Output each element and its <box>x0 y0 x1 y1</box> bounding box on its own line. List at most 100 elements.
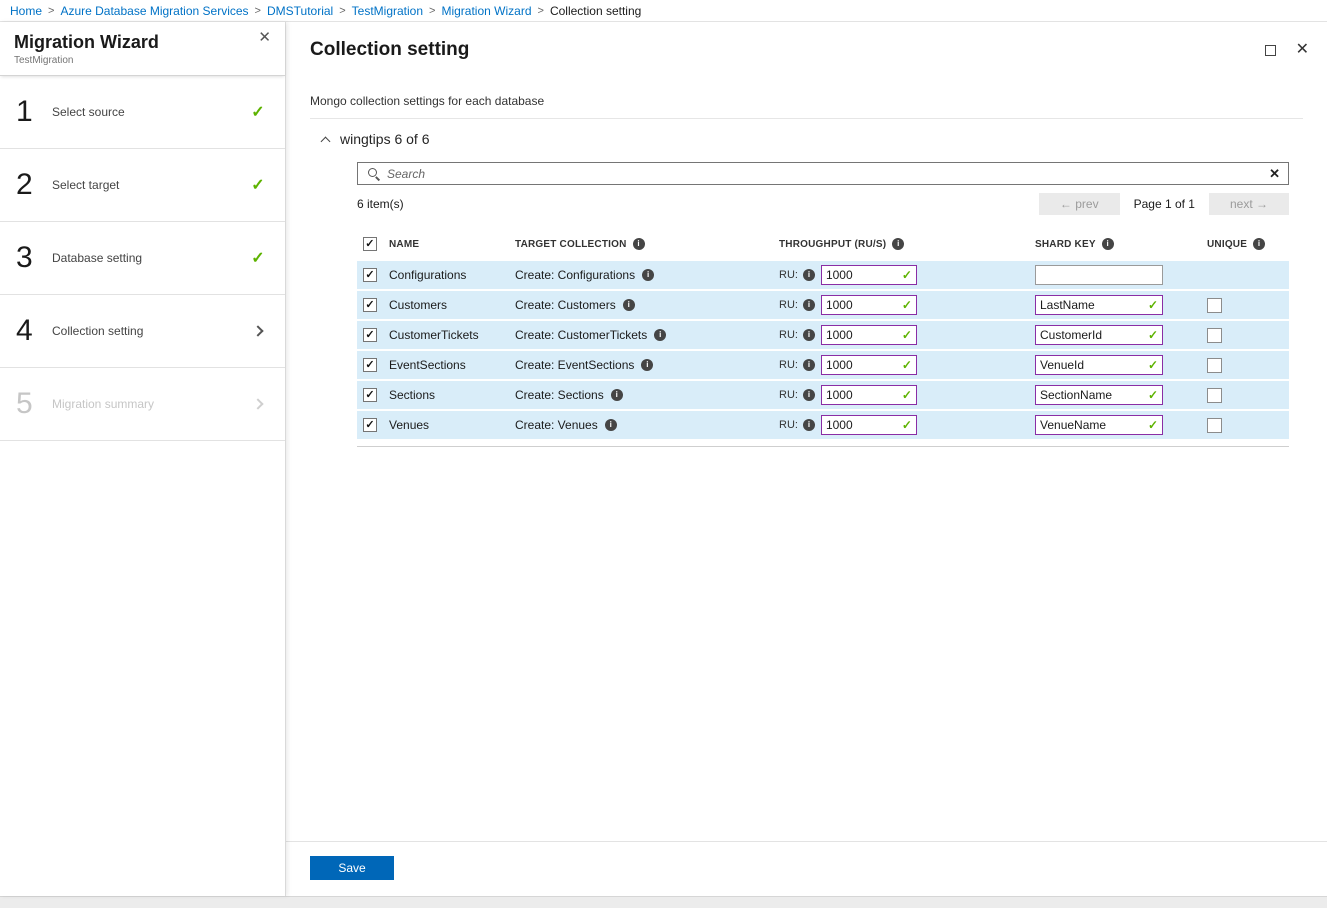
check-icon: ✓ <box>249 248 267 268</box>
step-label: Migration summary <box>52 397 249 411</box>
prev-page-button[interactable]: ← prev <box>1039 193 1120 215</box>
throughput-input[interactable] <box>822 298 902 312</box>
throughput-input[interactable] <box>822 328 902 342</box>
chevron-right-icon <box>249 400 267 408</box>
search-icon <box>367 167 381 181</box>
shard-key-input[interactable] <box>1036 268 1148 282</box>
unique-checkbox[interactable] <box>1207 358 1222 373</box>
collection-setting-panel: Collection setting ✕ Mongo collection se… <box>286 22 1327 896</box>
info-icon[interactable]: i <box>623 299 635 311</box>
shard-valid-check-icon: ✓ <box>1148 389 1162 401</box>
info-icon[interactable]: i <box>642 269 654 281</box>
ru-label: RU: <box>779 359 798 371</box>
throughput-field: ✓ <box>821 295 917 315</box>
shard-valid-check-icon: ✓ <box>1148 359 1162 371</box>
unique-checkbox[interactable] <box>1207 418 1222 433</box>
info-icon[interactable]: i <box>654 329 666 341</box>
close-icon[interactable]: ✕ <box>258 30 271 45</box>
step-label: Database setting <box>52 251 249 265</box>
database-group-toggle[interactable]: wingtips 6 of 6 <box>322 131 430 147</box>
shard-key-input[interactable] <box>1036 328 1148 342</box>
info-icon[interactable]: i <box>605 419 617 431</box>
unique-checkbox[interactable] <box>1207 388 1222 403</box>
target-collection-label: Create: Venues <box>515 418 598 432</box>
throughput-field: ✓ <box>821 385 917 405</box>
info-icon[interactable]: i <box>641 359 653 371</box>
maximize-icon[interactable] <box>1265 45 1276 56</box>
shard-valid-check-icon: ✓ <box>1148 419 1162 431</box>
clear-search-icon[interactable]: ✕ <box>1269 167 1280 180</box>
select-all-checkbox[interactable]: ✓ <box>363 237 377 251</box>
shard-key-field: ✓ <box>1035 295 1163 315</box>
close-icon[interactable]: ✕ <box>1296 42 1309 58</box>
row-checkbox[interactable]: ✓ <box>363 328 377 342</box>
step-number: 2 <box>16 168 48 202</box>
shard-key-input[interactable] <box>1036 358 1148 372</box>
next-page-button[interactable]: next → <box>1209 193 1289 215</box>
wizard-step[interactable]: 3 Database setting ✓ <box>0 222 285 295</box>
wizard-step[interactable]: 1 Select source ✓ <box>0 76 285 149</box>
throughput-input[interactable] <box>822 358 902 372</box>
shard-key-input[interactable] <box>1036 388 1148 402</box>
shard-key-input[interactable] <box>1036 298 1148 312</box>
search-bar: ✕ <box>357 162 1289 185</box>
table-row: ✓ Configurations Create: Configurations … <box>357 261 1289 289</box>
row-checkbox[interactable]: ✓ <box>363 358 377 372</box>
throughput-field: ✓ <box>821 265 917 285</box>
info-icon[interactable]: i <box>803 389 815 401</box>
info-icon[interactable]: i <box>803 299 815 311</box>
valid-check-icon: ✓ <box>902 329 916 341</box>
col-header-unique: UNIQUE <box>1207 239 1247 250</box>
breadcrumb-item[interactable]: Home <box>10 4 42 18</box>
row-checkbox[interactable]: ✓ <box>363 418 377 432</box>
col-header-target: TARGET COLLECTION <box>515 239 627 250</box>
breadcrumb-item[interactable]: Migration Wizard <box>441 4 531 18</box>
wizard-step[interactable]: 2 Select target ✓ <box>0 149 285 222</box>
save-button[interactable]: Save <box>310 856 394 880</box>
breadcrumb-item[interactable]: DMSTutorial <box>267 4 333 18</box>
info-icon[interactable]: i <box>1253 238 1265 250</box>
throughput-input[interactable] <box>822 418 902 432</box>
row-checkbox[interactable]: ✓ <box>363 298 377 312</box>
wizard-sidebar: Migration Wizard TestMigration ✕ 1 Selec… <box>0 22 286 896</box>
ru-label: RU: <box>779 299 798 311</box>
target-collection-label: Create: EventSections <box>515 358 634 372</box>
info-icon[interactable]: i <box>611 389 623 401</box>
info-icon[interactable]: i <box>803 419 815 431</box>
info-icon[interactable]: i <box>803 359 815 371</box>
breadcrumb-separator: > <box>48 5 54 17</box>
shard-key-field: ✓ <box>1035 415 1163 435</box>
row-checkbox[interactable]: ✓ <box>363 268 377 282</box>
info-icon[interactable]: i <box>633 238 645 250</box>
chevron-up-icon <box>321 136 331 146</box>
step-number: 3 <box>16 241 48 275</box>
unique-checkbox[interactable] <box>1207 328 1222 343</box>
throughput-input[interactable] <box>822 388 902 402</box>
shard-key-field: ✓ <box>1035 265 1163 285</box>
valid-check-icon: ✓ <box>902 269 916 281</box>
info-icon[interactable]: i <box>1102 238 1114 250</box>
col-header-name: NAME <box>389 239 419 250</box>
throughput-input[interactable] <box>822 268 902 282</box>
info-icon[interactable]: i <box>803 269 815 281</box>
collection-name: Sections <box>385 388 515 402</box>
info-icon[interactable]: i <box>803 329 815 341</box>
database-group-label: wingtips 6 of 6 <box>340 131 430 147</box>
target-collection-label: Create: Configurations <box>515 268 635 282</box>
wizard-title: Migration Wizard <box>14 32 271 53</box>
step-label: Collection setting <box>52 324 249 338</box>
check-icon: ✓ <box>249 175 267 195</box>
unique-checkbox[interactable] <box>1207 298 1222 313</box>
wizard-step[interactable]: 5 Migration summary <box>0 368 285 441</box>
shard-key-input[interactable] <box>1036 418 1148 432</box>
search-input[interactable] <box>387 167 1269 181</box>
wizard-step[interactable]: 4 Collection setting <box>0 295 285 368</box>
table-row: ✓ Venues Create: Venues i RU: i ✓ ✓ <box>357 411 1289 439</box>
step-number: 5 <box>16 387 48 421</box>
breadcrumb-item[interactable]: TestMigration <box>352 4 423 18</box>
items-count: 6 item(s) <box>357 197 1039 211</box>
wizard-header: Migration Wizard TestMigration ✕ <box>0 22 285 76</box>
breadcrumb-item[interactable]: Azure Database Migration Services <box>60 4 248 18</box>
row-checkbox[interactable]: ✓ <box>363 388 377 402</box>
info-icon[interactable]: i <box>892 238 904 250</box>
